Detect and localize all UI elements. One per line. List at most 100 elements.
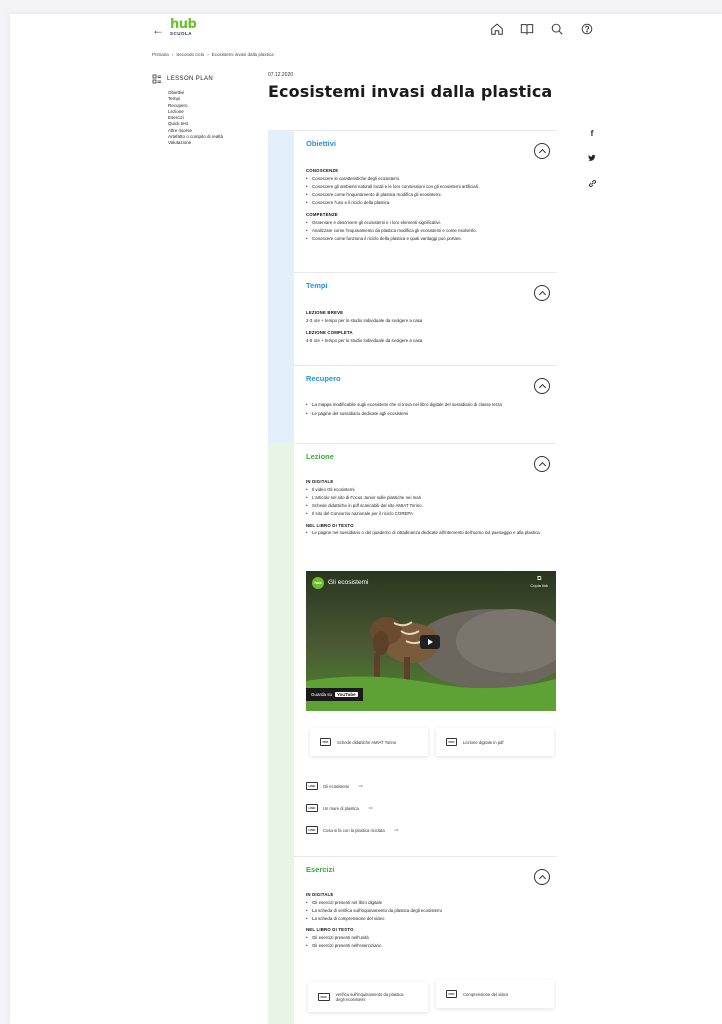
collapse-toggle-button[interactable]	[534, 285, 550, 301]
collapse-toggle-button[interactable]	[534, 378, 550, 394]
list-item: La scheda di verifica sull'inquinamento …	[306, 907, 556, 915]
twitter-icon[interactable]	[587, 154, 597, 164]
subheading: IN DIGITALE	[306, 892, 334, 897]
hub-scuola-logo[interactable]: hub SCUOLA	[170, 17, 200, 41]
collapse-toggle-button[interactable]	[534, 869, 550, 885]
help-icon[interactable]	[580, 22, 594, 36]
section-body: LEZIONE BREVE 2-3 ore + tempo per lo stu…	[306, 307, 556, 345]
list-item: Conoscere gli ambienti naturali locali e…	[306, 183, 556, 191]
paragraph: 4-5 ore + tempo per lo studio individual…	[306, 338, 423, 343]
resource-card[interactable]: DOC verifica sull'inquinamento da plasti…	[308, 982, 428, 1012]
section-body: IN DIGITALE Il video Gli ecosistemi L'ar…	[306, 476, 546, 538]
header-icons	[490, 22, 594, 36]
watch-on-youtube-button[interactable]: Guarda su YouTube	[306, 688, 363, 701]
logo-hub-text: hub	[170, 17, 197, 32]
list-item: Gli esercizi presenti nell'unità	[306, 934, 556, 942]
pdf-icon: PDF	[320, 738, 331, 746]
section-tempi: Tempi LEZIONE BREVE 2-3 ore + tempo per …	[294, 272, 557, 365]
youtube-logo-icon: YouTube	[335, 692, 358, 697]
watch-on-label: Guarda su	[311, 692, 333, 697]
list-item: Analizzare come l'inquinamento da plasti…	[306, 227, 556, 235]
play-icon	[428, 639, 433, 645]
external-arrow-icon: ⇒	[367, 805, 373, 812]
section-body: La mappa modificabile sugli ecosistemi c…	[306, 402, 546, 418]
section-title: Tempi	[306, 281, 328, 290]
list-item: Il video Gli ecosistemi	[306, 486, 546, 494]
section-title: Obiettivi	[306, 139, 337, 148]
sidebar-heading: LESSON PLAN	[152, 74, 252, 84]
breadcrumb-current: Ecosistemi invasi dalla plastica	[211, 52, 274, 57]
list-item: Conoscere come l'inquinamento di plastic…	[306, 191, 556, 199]
link-icon[interactable]	[587, 179, 597, 189]
external-link[interactable]: LINK Cosa si fa con la plastica riciclat…	[306, 826, 399, 834]
top-bar: ← hub SCUOLA	[10, 14, 722, 54]
sidebar-item-valutazione[interactable]: Valutazione	[168, 140, 252, 146]
section-title: Recupero	[306, 374, 341, 383]
subheading: LEZIONE BREVE	[306, 310, 344, 315]
video-title[interactable]: Gli ecosistemi	[328, 579, 368, 586]
copy-link-label: Copia link	[530, 583, 548, 588]
lesson-plan-icon	[152, 74, 161, 84]
list-item: Gli esercizi presenti nel libro digitale	[306, 899, 556, 907]
page: ← hub SCUOLA Primaria › Secondo ciclo › Ecos…	[10, 14, 722, 1024]
lesson-date: 07.12.2020	[268, 72, 294, 78]
collapse-toggle-button[interactable]	[534, 456, 550, 472]
back-arrow-icon[interactable]: ←	[152, 23, 164, 37]
resource-label: Lezione digitale in pdf	[463, 739, 504, 745]
section-body: CONOSCENZE Conoscere le caratteristiche …	[306, 165, 556, 243]
list-item: Le pagine del sussidiario dedicate agli …	[306, 410, 546, 418]
list-item: Osservare e descrivere gli ecosistemi e …	[306, 219, 556, 227]
search-icon[interactable]	[550, 22, 564, 36]
sidebar-nav: Obiettivi Tempi Recupero Lezione Eserciz…	[152, 90, 252, 147]
breadcrumb-secondo-ciclo[interactable]: Secondo ciclo	[176, 52, 204, 57]
list-item: Conoscere le caratteristiche degli ecosi…	[306, 175, 556, 183]
copy-icon: ⧉	[537, 576, 542, 582]
link-label: Un mare di plastica	[323, 805, 359, 811]
section-obiettivi: Obiettivi CONOSCENZE Conoscere le caratt…	[294, 130, 557, 272]
list-item: Il sito del Consorzio nazionale per il r…	[306, 510, 546, 518]
subheading: CONOSCENZE	[306, 168, 339, 173]
resource-card[interactable]: PDF Comprensione del video	[436, 980, 554, 1008]
external-link[interactable]: LINK Gli ecosistemi ⇒	[306, 782, 363, 790]
resource-label: Comprensione del video	[463, 991, 509, 997]
pdf-icon: PDF	[446, 990, 457, 998]
subheading: NEL LIBRO DI TESTO	[306, 927, 354, 932]
paragraph: 2-3 ore + tempo per lo studio individual…	[306, 318, 423, 323]
book-icon[interactable]	[520, 22, 534, 36]
breadcrumb-primaria[interactable]: Primaria	[152, 52, 169, 57]
subheading: LEZIONE COMPLETA	[306, 330, 353, 335]
resource-label: verifica sull'inquinamento da plastica d…	[335, 992, 404, 1002]
share-bar: f	[587, 129, 597, 189]
collapse-toggle-button[interactable]	[534, 143, 550, 159]
list-item: L'articolo nel sito di Focus Junior sull…	[306, 494, 546, 502]
breadcrumb-sep: ›	[171, 52, 174, 57]
list-item: Le pagine nel sussidiario o del quaderno…	[306, 530, 546, 536]
external-arrow-icon: ⇒	[358, 783, 364, 790]
section-title: Lezione	[306, 452, 334, 461]
pdf-icon: PDF	[446, 738, 457, 746]
breadcrumb: Primaria › Secondo ciclo › Ecosistemi invasi…	[152, 52, 277, 57]
page-title: Ecosistemi invasi dalla plastica	[268, 82, 553, 101]
play-button[interactable]	[420, 635, 440, 649]
list-item: Gli esercizi presenti nell'eserciziario	[306, 942, 556, 950]
resource-card[interactable]: PDF Lezione digitale in pdf	[436, 728, 554, 756]
subheading: IN DIGITALE	[306, 479, 334, 484]
list-item: La mappa modificabile sugli ecosistemi c…	[306, 402, 546, 408]
section-recupero: Recupero La mappa modificabile sugli eco…	[294, 365, 557, 443]
link-badge-icon: LINK	[306, 826, 318, 834]
green-section-stripe	[268, 443, 294, 1024]
link-label: Cosa si fa con la plastica riciclata	[323, 827, 385, 833]
external-link[interactable]: LINK Un mare di plastica ⇒	[306, 804, 373, 812]
facebook-icon[interactable]: f	[587, 129, 597, 139]
list-item: Conoscere come funziona il riciclo della…	[306, 235, 556, 243]
breadcrumb-sep: ›	[207, 52, 209, 57]
resource-label: Schede didattiche AMIAT Torino	[337, 739, 397, 745]
copy-link-button[interactable]: ⧉ Copia link	[530, 576, 548, 588]
list-item: La scheda di comprensione del video	[306, 915, 556, 923]
resource-card[interactable]: PDF Schede didattiche AMIAT Torino	[310, 728, 428, 756]
link-badge-icon: LINK	[306, 782, 318, 790]
video-player[interactable]: hub Gli ecosistemi ⧉ Copia link Guarda s…	[306, 571, 556, 711]
section-title: Esercizi	[306, 865, 335, 874]
channel-avatar[interactable]: hub	[312, 577, 324, 589]
home-icon[interactable]	[490, 22, 504, 36]
